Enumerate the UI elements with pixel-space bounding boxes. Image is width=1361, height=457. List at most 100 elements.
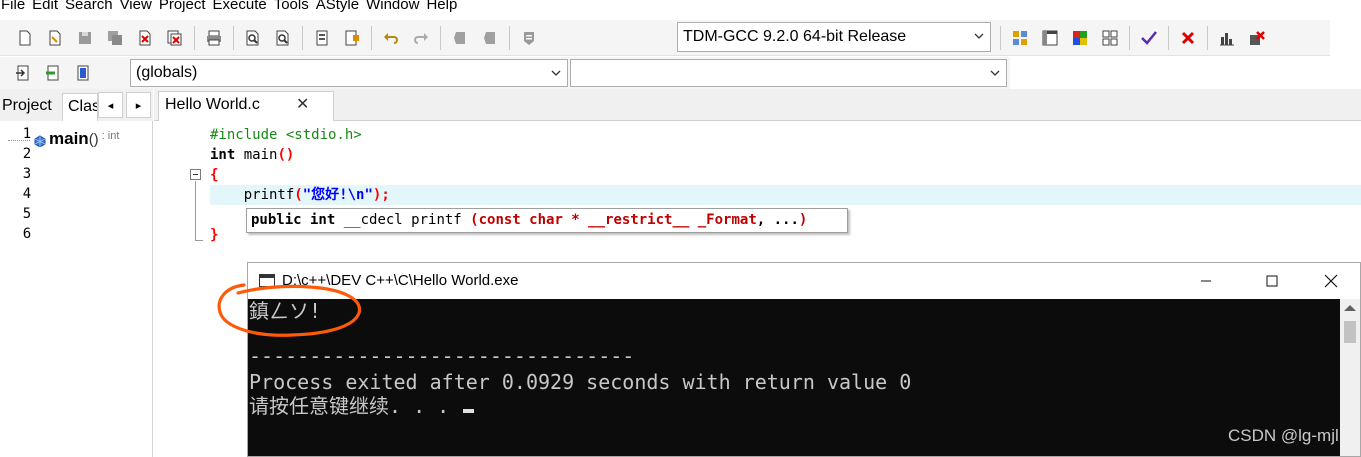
code-line-3: { <box>210 165 1361 185</box>
tree-item-return-type: : int <box>101 130 120 142</box>
close-window-button[interactable] <box>1308 267 1354 295</box>
close-icon[interactable]: ✕ <box>296 94 309 114</box>
window-icon <box>1042 30 1058 46</box>
window-button[interactable] <box>1035 24 1065 52</box>
layout-button[interactable] <box>1005 24 1035 52</box>
menu-edit[interactable]: Edit <box>30 0 63 12</box>
close-file-button[interactable] <box>130 24 160 52</box>
console-title-bar[interactable]: D:\c++\DEV C++\C\Hello World.exe <box>248 263 1360 299</box>
close-file-icon <box>139 30 151 45</box>
insert-icon <box>16 65 29 81</box>
function-icon <box>34 135 46 147</box>
console-prompt-text: 请按任意键继续. . . <box>249 394 462 418</box>
find-icon <box>246 30 259 45</box>
minimize-button[interactable] <box>1183 267 1229 295</box>
member-select[interactable] <box>570 59 1007 87</box>
console-scrollbar[interactable] <box>1340 299 1360 456</box>
compile-button[interactable] <box>307 24 337 52</box>
replace-button[interactable] <box>268 24 298 52</box>
console-output[interactable]: 鎮ㄥソ! -------------------------------- Pr… <box>248 299 1340 456</box>
replace-icon <box>276 30 289 45</box>
comment-button[interactable] <box>514 24 544 52</box>
calltip-signature: __cdecl printf <box>335 212 471 228</box>
chevron-left-icon: ◂ <box>107 99 114 112</box>
color-button[interactable] <box>1065 24 1095 52</box>
comment-icon <box>524 31 534 45</box>
text-cursor <box>463 409 475 413</box>
toolbar-separator <box>371 25 372 50</box>
toolbar-separator <box>1207 26 1208 50</box>
function-calltip: public int __cdecl printf (const char * … <box>246 208 848 233</box>
compiler-select[interactable]: TDM-GCC 9.2.0 64-bit Release <box>677 22 991 52</box>
close-all-button[interactable] <box>160 24 190 52</box>
calltip-close: ) <box>798 212 808 228</box>
new-file-button[interactable] <box>10 24 40 52</box>
find-button[interactable] <box>238 24 268 52</box>
chevron-down-icon <box>990 70 1000 76</box>
delete-button[interactable] <box>1173 24 1203 52</box>
menu-astyle[interactable]: AStyle <box>314 0 364 12</box>
insert-button[interactable] <box>8 59 38 87</box>
tab-scroll-right-button[interactable]: ▸ <box>126 92 151 118</box>
menu-window[interactable]: Window <box>364 0 424 12</box>
run-button[interactable] <box>337 24 367 52</box>
bracket-text: () <box>277 147 295 163</box>
toggle-bookmark-button[interactable] <box>445 24 475 52</box>
tab-hello-world-c[interactable]: Hello World.c ✕ <box>158 91 334 121</box>
tree-item-name: main <box>49 129 89 148</box>
goto-bookmark-icon <box>484 31 495 44</box>
menu-tools[interactable]: Tools <box>272 0 314 12</box>
goto-button[interactable] <box>38 59 68 87</box>
check-syntax-button[interactable] <box>1134 24 1164 52</box>
tab-scroll-left-button[interactable]: ◂ <box>98 92 123 118</box>
compiler-select-value: TDM-GCC 9.2.0 64-bit Release <box>683 28 907 45</box>
save-all-icon <box>108 30 122 45</box>
line-number: 1 <box>22 126 32 142</box>
debug-button[interactable] <box>1242 24 1272 52</box>
toolbar-separator <box>509 25 510 50</box>
undo-button[interactable] <box>376 24 406 52</box>
panel-icon <box>77 65 89 81</box>
console-window: D:\c++\DEV C++\C\Hello World.exe 鎮ㄥソ! --… <box>247 262 1361 457</box>
menu-file[interactable]: File <box>0 0 30 12</box>
grid-button[interactable] <box>1095 24 1125 52</box>
panel-tabs: Project Clas ◂ ▸ <box>0 89 153 121</box>
goto-bookmark-button[interactable] <box>475 24 505 52</box>
goto-icon <box>46 65 59 81</box>
open-file-button[interactable] <box>40 24 70 52</box>
menu-search[interactable]: Search <box>63 0 118 12</box>
fold-end <box>195 240 203 241</box>
tab-project[interactable]: Project <box>0 93 62 121</box>
chart-button[interactable] <box>1212 24 1242 52</box>
chevron-right-icon: ▸ <box>135 99 142 112</box>
toggle-panel-button[interactable] <box>68 59 98 87</box>
delete-icon <box>1181 31 1195 45</box>
class-select[interactable]: (globals) <box>130 59 568 87</box>
menu-help[interactable]: Help <box>424 0 462 12</box>
redo-icon <box>414 32 428 44</box>
redo-button[interactable] <box>406 24 436 52</box>
fold-toggle[interactable] <box>190 169 201 180</box>
toolbar-separator <box>233 25 234 50</box>
scrollbar-thumb[interactable] <box>1344 321 1356 343</box>
maximize-button[interactable] <box>1249 267 1295 295</box>
menu-project[interactable]: Project <box>157 0 211 12</box>
tab-classes[interactable]: Clas <box>62 93 98 121</box>
minimize-icon <box>1201 280 1211 282</box>
calltip-prefix: public int <box>251 212 336 228</box>
line-number: 6 <box>22 226 32 242</box>
menu-execute[interactable]: Execute <box>211 0 272 12</box>
bracket-text: { <box>210 167 219 183</box>
debug-icon <box>1250 31 1265 45</box>
keyword-text: int <box>210 147 236 163</box>
watermark: CSDN @lg-mjl <box>1228 426 1339 445</box>
save-button[interactable] <box>70 24 100 52</box>
save-all-button[interactable] <box>100 24 130 52</box>
toggle-bookmark-icon <box>454 31 465 44</box>
grid-icon <box>1102 30 1118 46</box>
print-button[interactable] <box>199 24 229 52</box>
string-text: "您好!\n" <box>302 187 373 203</box>
close-all-icon <box>167 30 182 45</box>
code-line-4: printf("您好!\n"); <box>210 185 1361 205</box>
menu-view[interactable]: View <box>118 0 157 12</box>
